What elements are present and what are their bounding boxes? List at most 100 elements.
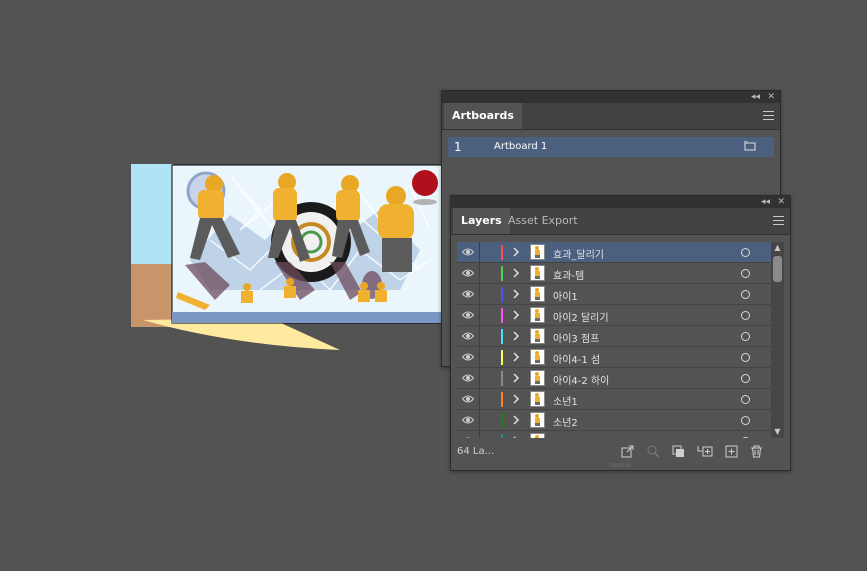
eye-icon[interactable] <box>462 331 474 341</box>
layer-color-swatch <box>501 371 503 386</box>
layer-row[interactable]: 소년2 <box>457 410 771 431</box>
chevron-right-icon[interactable] <box>512 330 520 342</box>
layer-name[interactable]: 소년2 <box>553 414 578 429</box>
thumbnail-figure-icon <box>535 414 540 426</box>
artboard-number: 1 <box>454 140 462 154</box>
layer-name[interactable]: 소년1 <box>553 393 578 408</box>
artboard-options-icon[interactable] <box>744 141 756 151</box>
chevron-right-icon[interactable] <box>512 435 520 438</box>
chevron-right-icon[interactable] <box>512 267 520 279</box>
target-circle-icon[interactable] <box>741 353 750 362</box>
layer-name[interactable]: 아이4-2 하이 <box>553 372 609 387</box>
column-divider <box>479 431 480 438</box>
close-icon[interactable]: ✕ <box>767 91 775 103</box>
panel-titlebar[interactable]: ◂◂ ✕ <box>442 91 780 103</box>
tab-artboards[interactable]: Artboards <box>444 103 522 129</box>
layer-row[interactable]: 아이2 달리기 <box>457 305 771 326</box>
panel-menu-icon[interactable] <box>763 111 774 120</box>
layer-row[interactable]: 아이1 <box>457 284 771 305</box>
double-chevron-left-icon[interactable]: ◂◂ <box>761 196 770 208</box>
new-layer-icon[interactable] <box>725 445 738 458</box>
layers-footer: 64 La... <box>451 440 790 462</box>
delete-icon[interactable] <box>750 445 763 458</box>
artboard-row[interactable]: 1 Artboard 1 <box>448 137 774 157</box>
target-circle-icon[interactable] <box>741 269 750 278</box>
layer-row[interactable]: 효과-템 <box>457 263 771 284</box>
layer-color-swatch <box>501 329 503 344</box>
panel-titlebar[interactable]: ◂◂ ✕ <box>451 196 790 208</box>
sky-area <box>131 164 173 264</box>
eye-icon[interactable] <box>462 436 474 438</box>
chevron-right-icon[interactable] <box>512 393 520 405</box>
column-divider <box>479 284 480 305</box>
artboard-name[interactable]: Artboard 1 <box>494 141 547 152</box>
scroll-up-icon[interactable]: ▲ <box>773 244 782 252</box>
layer-name[interactable]: 아이4-1 섬 <box>553 351 600 366</box>
layer-color-swatch <box>501 287 503 302</box>
layer-name[interactable]: 아이3 점프 <box>553 330 599 345</box>
layer-row[interactable]: 아이3 점프 <box>457 326 771 347</box>
layer-row[interactable]: 아이4-2 하이 <box>457 368 771 389</box>
chevron-right-icon[interactable] <box>512 246 520 258</box>
eye-icon[interactable] <box>462 394 474 404</box>
scroll-thumb[interactable] <box>773 256 782 282</box>
ground-area <box>131 264 173 327</box>
locate-object-icon[interactable] <box>647 445 660 458</box>
chevron-right-icon[interactable] <box>512 351 520 363</box>
target-circle-icon[interactable] <box>741 248 750 257</box>
chevron-right-icon[interactable] <box>512 309 520 321</box>
chevron-right-icon[interactable] <box>512 372 520 384</box>
layer-name[interactable]: 효과-템 <box>553 267 584 282</box>
target-circle-icon[interactable] <box>741 374 750 383</box>
layer-color-swatch <box>501 308 503 323</box>
layer-color-swatch <box>501 245 503 260</box>
target-circle-icon[interactable] <box>741 332 750 341</box>
chevron-right-icon[interactable] <box>512 288 520 300</box>
layer-thumbnail <box>530 286 545 302</box>
double-chevron-left-icon[interactable]: ◂◂ <box>751 91 760 103</box>
layer-thumbnail <box>530 265 545 281</box>
clipping-mask-icon[interactable] <box>672 445 685 458</box>
layer-count: 64 La... <box>457 446 495 457</box>
layer-row[interactable]: 효과_달리기 <box>457 242 771 263</box>
layer-name[interactable]: 소년3 <box>553 435 578 438</box>
layer-thumbnail <box>530 328 545 344</box>
new-sublayer-icon[interactable] <box>697 445 713 458</box>
eye-icon[interactable] <box>462 268 474 278</box>
column-divider <box>479 305 480 326</box>
layer-name[interactable]: 아이1 <box>553 288 578 303</box>
layers-panel: ◂◂ ✕ Layers Asset Export 효과_달리기 효과-템 아이1 아이… <box>450 195 791 471</box>
layer-row[interactable]: 소년3 <box>457 431 771 438</box>
eye-icon[interactable] <box>462 352 474 362</box>
target-circle-icon[interactable] <box>741 416 750 425</box>
thumbnail-figure-icon <box>535 372 540 384</box>
thumbnail-figure-icon <box>535 246 540 258</box>
target-circle-icon[interactable] <box>741 311 750 320</box>
layer-row[interactable]: 아이4-1 섬 <box>457 347 771 368</box>
thumbnail-figure-icon <box>535 309 540 321</box>
column-divider <box>479 347 480 368</box>
panel-menu-icon[interactable] <box>773 216 784 225</box>
tab-asset-export[interactable]: Asset Export <box>500 208 586 234</box>
export-icon[interactable] <box>621 445 634 458</box>
close-icon[interactable]: ✕ <box>777 196 785 208</box>
target-circle-icon[interactable] <box>741 437 750 438</box>
eye-icon[interactable] <box>462 247 474 257</box>
layer-name[interactable]: 아이2 달리기 <box>553 309 609 324</box>
layers-scrollbar[interactable]: ▲ ▼ <box>771 242 784 438</box>
resize-grip[interactable] <box>611 463 631 467</box>
scroll-down-icon[interactable]: ▼ <box>773 428 782 436</box>
layer-name[interactable]: 효과_달리기 <box>553 246 604 261</box>
column-divider <box>479 326 480 347</box>
layer-thumbnail <box>530 349 545 365</box>
eye-icon[interactable] <box>462 373 474 383</box>
eye-icon[interactable] <box>462 289 474 299</box>
layer-row[interactable]: 소년1 <box>457 389 771 410</box>
eye-icon[interactable] <box>462 310 474 320</box>
target-circle-icon[interactable] <box>741 395 750 404</box>
eye-icon[interactable] <box>462 415 474 425</box>
layer-thumbnail <box>530 307 545 323</box>
target-circle-icon[interactable] <box>741 290 750 299</box>
thumbnail-figure-icon <box>535 267 540 279</box>
chevron-right-icon[interactable] <box>512 414 520 426</box>
